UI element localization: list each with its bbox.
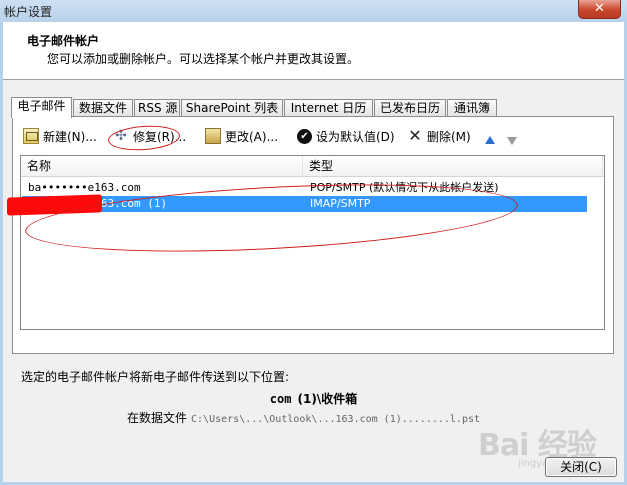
change-account-icon [205, 128, 221, 144]
tab-published-calendars[interactable]: 已发布日历 [374, 99, 446, 117]
window-title: 帐户设置 [4, 5, 53, 19]
change-button-label: 更改(A)... [225, 129, 279, 144]
delivery-datafile: 在数据文件 C:\Users\...\Outlook\...163.com (1)… [127, 409, 480, 426]
account-name: ba•••••••e163.com [28, 181, 141, 194]
checkmark-icon: ✔ [297, 128, 312, 144]
delivery-caption: 选定的电子邮件帐户将新电子邮件传送到以下位置: [21, 370, 290, 384]
close-button[interactable]: 关闭(C) [545, 457, 617, 477]
arrow-up-icon [485, 136, 495, 144]
datafile-path: C:\Users\...\Outlook\...163.com (1).....… [191, 414, 480, 425]
tab-address-books[interactable]: 通讯簿 [447, 99, 497, 117]
header-title: 电子邮件帐户 [27, 34, 100, 48]
delete-button[interactable]: ✕ 删除(M) [407, 126, 471, 145]
new-button[interactable]: 新建(N)... [23, 127, 97, 145]
delivery-folder-prefix: com [269, 392, 292, 406]
delivery-folder: com (1)\收件箱 [3, 390, 624, 407]
new-account-icon [23, 128, 39, 144]
move-up-button[interactable] [485, 131, 495, 149]
move-down-button[interactable] [507, 132, 517, 150]
tab-sharepoint-lists[interactable]: SharePoint 列表 [181, 99, 283, 117]
tab-internet-calendars[interactable]: Internet 日历 [284, 99, 373, 117]
title-bar: 帐户设置 ✕ [0, 0, 627, 22]
dialog-header: 电子邮件帐户 您可以添加或删除帐户。可以选择某个帐户并更改其设置。 [3, 22, 624, 80]
window-close-button[interactable]: ✕ [578, 0, 621, 19]
header-subtitle: 您可以添加或删除帐户。可以选择某个帐户并更改其设置。 [47, 52, 360, 66]
delete-button-label: 删除(M) [427, 129, 471, 144]
tab-data-files[interactable]: 数据文件 [73, 99, 133, 117]
account-toolbar: 新建(N)... ✣ 修复(R)... 更改(A)... ✔ 设为默认值(D) … [13, 125, 613, 147]
arrow-down-icon [507, 137, 517, 145]
column-header-name[interactable]: 名称 [21, 156, 303, 177]
new-button-label: 新建(N)... [43, 129, 97, 144]
delete-x-icon: ✕ [408, 126, 422, 145]
change-button[interactable]: 更改(A)... [205, 127, 278, 145]
delivery-folder-name: (1)\收件箱 [297, 392, 358, 406]
column-header-type[interactable]: 类型 [303, 156, 603, 177]
close-icon: ✕ [594, 1, 605, 16]
dialog-body: 电子邮件帐户 您可以添加或删除帐户。可以选择某个帐户并更改其设置。 电子邮件 数… [0, 22, 627, 485]
datafile-label: 在数据文件 [127, 411, 188, 425]
set-default-button-label: 设为默认值(D) [316, 129, 395, 144]
set-default-button[interactable]: ✔ 设为默认值(D) [297, 127, 395, 145]
tab-rss-feeds[interactable]: RSS 源 [134, 99, 180, 117]
tab-email[interactable]: 电子邮件 [11, 97, 72, 118]
accounts-list-header: 名称 类型 [21, 156, 604, 177]
